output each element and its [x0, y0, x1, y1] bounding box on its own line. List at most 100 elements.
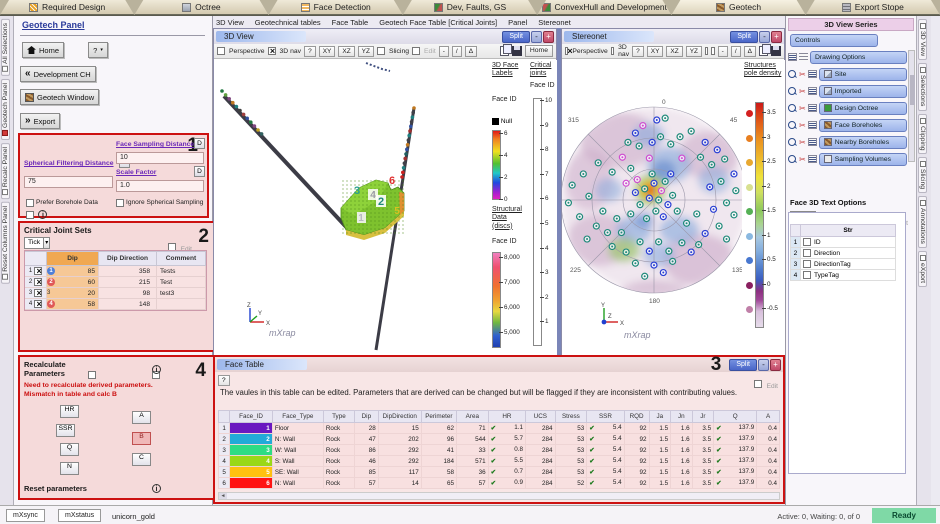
pole-marker[interactable] — [627, 210, 635, 218]
option-cell-directiontag[interactable]: DirectionTag — [800, 258, 896, 270]
edit-checkbox[interactable] — [412, 47, 421, 55]
cell-jn[interactable]: 1.6 — [670, 444, 693, 456]
pole-marker[interactable] — [678, 154, 686, 162]
3d-canvas[interactable]: 1 2 3 4 5 6 Z Y X mXrap — [214, 60, 489, 355]
face-table-row[interactable]: 2 2 N: Wall Rock 47 202 96 544 ✔ 5.7 284 53 ✔ 5.4 92 1.… — [217, 433, 780, 445]
development-ch-button[interactable]: « Development CH — [20, 66, 96, 82]
scissors-icon[interactable]: ✂ — [799, 155, 806, 164]
pole-marker[interactable] — [631, 129, 640, 137]
option-checkbox[interactable] — [711, 47, 715, 55]
cell-dipdirection[interactable]: 292 — [377, 444, 422, 456]
menu-geotechnical-tables[interactable]: Geotechnical tables — [255, 18, 321, 27]
magnifier-icon[interactable] — [788, 69, 797, 79]
tab-dev-faults-gs[interactable]: Dev, Faults, GS — [403, 0, 537, 15]
cell-ja[interactable]: 1.5 — [648, 455, 672, 467]
scale-factor-input[interactable]: 1.0 — [116, 180, 204, 192]
column-header-str[interactable]: Str — [800, 224, 896, 237]
pole-marker[interactable] — [717, 177, 725, 186]
cell-ja[interactable]: 1.5 — [648, 444, 672, 456]
cell-type[interactable]: Rock — [322, 433, 355, 445]
mxstatus-button[interactable]: mXstatus — [58, 509, 102, 522]
cell-jn[interactable]: 1.6 — [670, 455, 693, 467]
cell-a[interactable]: 0.4 — [756, 455, 780, 467]
maximize-button[interactable]: + — [771, 30, 782, 43]
menu-geotech-face-table-critical-joints-[interactable]: Geotech Face Table [Critical Joints] — [379, 18, 497, 27]
minimize-button[interactable]: - — [758, 358, 769, 371]
vertical-scrollbar[interactable] — [908, 50, 915, 162]
param-button-hr[interactable]: HR — [60, 405, 79, 418]
tab-export-stope[interactable]: Export Stope — [806, 0, 940, 15]
magnifier-icon[interactable] — [788, 120, 797, 130]
cell-stress[interactable]: 53 — [554, 422, 588, 434]
column-header-rqd[interactable]: RQD — [623, 410, 650, 423]
scroll-left-arrow[interactable]: ◄ — [219, 493, 227, 499]
pole-marker[interactable] — [622, 179, 630, 187]
cell-face_type[interactable]: SE: Wall — [271, 466, 324, 478]
pole-marker[interactable] — [682, 219, 691, 227]
design-octree-button[interactable]: Design Octree — [818, 101, 907, 115]
joint-visible-checkbox[interactable] — [34, 277, 43, 287]
pole-marker[interactable] — [648, 138, 656, 146]
help-button[interactable]: ? — [218, 375, 230, 386]
magnifier-icon[interactable] — [788, 137, 797, 147]
side-tab-3d-view[interactable]: 3D View — [918, 19, 927, 61]
panel-title[interactable]: Geotech Panel — [22, 20, 85, 30]
pole-marker[interactable] — [641, 272, 649, 280]
cell-dip[interactable]: 57 — [353, 477, 379, 489]
pole-marker[interactable] — [668, 191, 677, 199]
scissors-icon[interactable]: ✂ — [799, 138, 806, 147]
scissors-icon[interactable]: ✂ — [799, 121, 806, 130]
minimize-button[interactable]: - — [531, 30, 542, 43]
cell-a[interactable]: 0.4 — [756, 477, 780, 489]
cell-stress[interactable]: 53 — [554, 444, 588, 456]
sidebar-tab-geotech-panel[interactable]: Geotech Panel — [1, 78, 10, 140]
cell-q[interactable]: ✔ 137.9 — [713, 444, 758, 456]
cell-ssr[interactable]: ✔ 5.4 — [586, 466, 625, 478]
dash-tool-button[interactable]: - — [438, 45, 449, 57]
cell-jr[interactable]: 3.5 — [691, 444, 715, 456]
cell-ssr[interactable]: ✔ 5.4 — [586, 433, 625, 445]
tick-dropdown[interactable]: Tick▾ — [24, 237, 51, 249]
dip-direction-cell[interactable]: 98 — [99, 288, 157, 299]
cell-dipdirection[interactable]: 117 — [377, 466, 422, 478]
pole-marker[interactable] — [568, 181, 576, 189]
cell-ssr[interactable]: ✔ 5.4 — [586, 477, 625, 489]
pole-marker[interactable] — [653, 116, 661, 124]
param-button-n[interactable]: N — [60, 462, 79, 475]
xy-view-button[interactable]: XY — [646, 45, 664, 57]
cell-face_type[interactable]: Floor — [271, 422, 324, 434]
pole-marker[interactable] — [641, 185, 649, 193]
save-icon[interactable] — [771, 46, 781, 56]
cell-ja[interactable]: 1.5 — [648, 433, 672, 445]
column-header-dipdirection[interactable]: DipDirection — [377, 410, 422, 423]
home-view-button[interactable]: Home — [524, 45, 553, 57]
pole-marker[interactable] — [599, 207, 607, 215]
pole-marker[interactable] — [655, 238, 663, 246]
pole-marker[interactable] — [706, 183, 714, 191]
face-table[interactable]: Face_ID Face_Type Type Dip DipDirection Perim… — [217, 410, 780, 489]
scissors-icon[interactable]: ✂ — [799, 70, 806, 79]
copy-icon[interactable] — [499, 44, 512, 56]
mxsync-button[interactable]: mXsync — [6, 509, 45, 522]
dip-cell[interactable]: 1 85 — [47, 266, 99, 277]
pole-marker[interactable] — [648, 170, 656, 178]
cell-stress[interactable]: 53 — [554, 455, 588, 467]
stereonet-canvas[interactable]: 0 45 135 180 225 315 Y Z X mXrap — [562, 60, 742, 355]
cell-jn[interactable]: 1.6 — [670, 477, 693, 489]
cell-rqd[interactable]: 92 — [623, 444, 650, 456]
dip-cell[interactable]: 2 60 — [47, 277, 99, 288]
split-button[interactable]: Split — [729, 358, 757, 371]
tab-octree[interactable]: Octree — [134, 0, 268, 15]
cell-face_id[interactable]: 2 — [229, 433, 273, 445]
column-header-face_type[interactable]: Face_Type — [271, 410, 324, 423]
cell-dip[interactable]: 85 — [353, 466, 379, 478]
cell-jn[interactable]: 1.6 — [670, 422, 693, 434]
spherical-filtering-input[interactable]: 75 — [24, 176, 113, 188]
recalculate-checkbox[interactable] — [88, 370, 96, 379]
cell-perimeter[interactable]: 96 — [420, 433, 457, 445]
geotech-window-button[interactable]: Geotech Window — [20, 89, 100, 105]
cell-stress[interactable]: 53 — [554, 433, 588, 445]
cell-ssr[interactable]: ✔ 5.4 — [586, 422, 625, 434]
joint-set-row[interactable]: 2 2 60 215Test — [25, 277, 206, 288]
column-header-hr[interactable]: HR — [487, 410, 527, 423]
